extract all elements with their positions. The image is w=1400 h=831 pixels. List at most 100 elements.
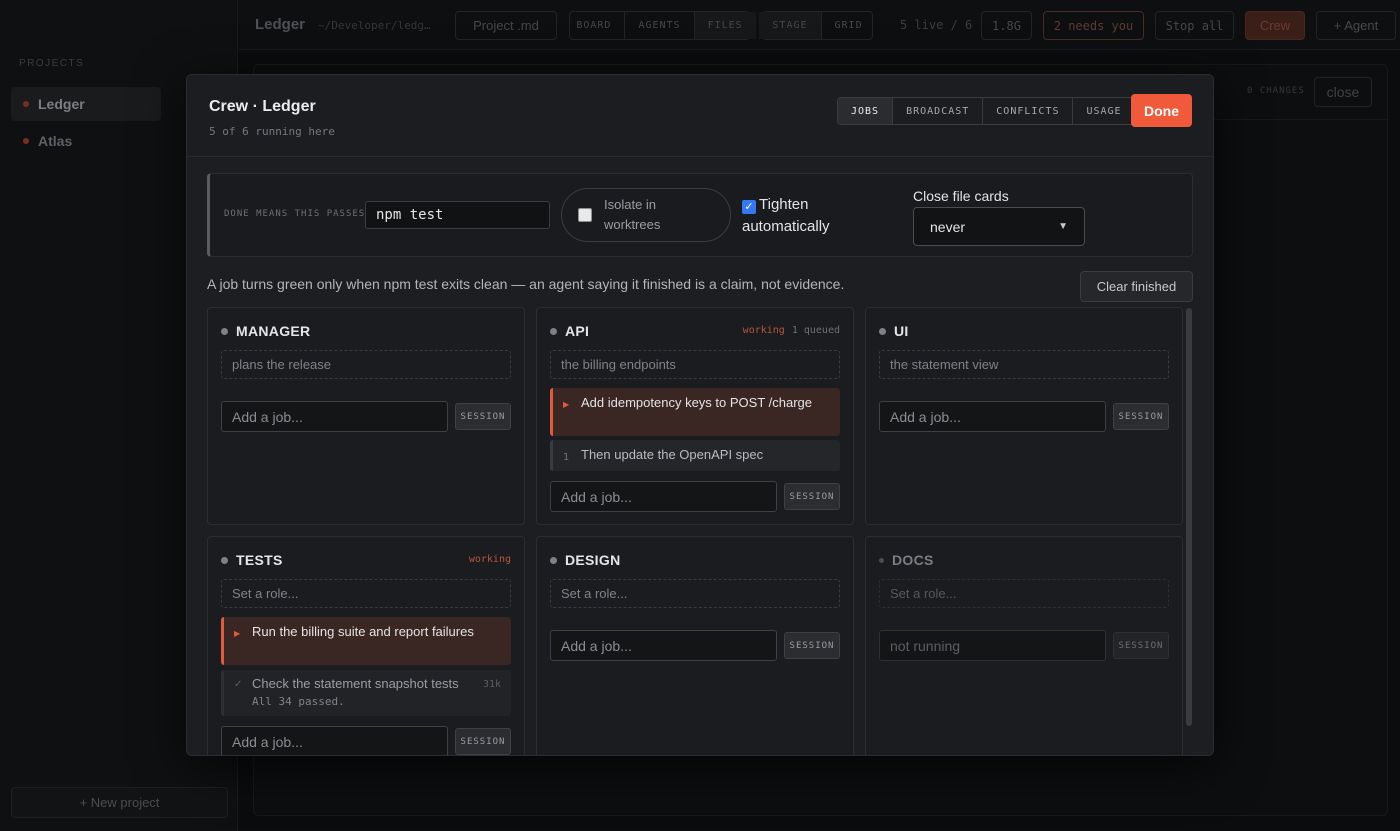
- project-label: Atlas: [38, 133, 73, 149]
- add-job-input[interactable]: Add a job...: [550, 630, 777, 661]
- tab-board[interactable]: BOARD: [563, 12, 626, 39]
- add-job-row: Add a job... SESSION: [550, 630, 840, 661]
- tab-agents[interactable]: AGENTS: [625, 12, 695, 39]
- card-title: DOCS: [879, 552, 934, 568]
- project-item-ledger[interactable]: Ledger: [11, 87, 161, 121]
- tab-conflicts[interactable]: CONFLICTS: [983, 98, 1074, 124]
- modal-title: Crew · Ledger: [209, 98, 316, 115]
- modal-header: Crew · Ledger 5 of 6 running here JOBS B…: [187, 75, 1213, 157]
- memory-badge: 1.8G: [981, 11, 1032, 40]
- session-button[interactable]: SESSION: [455, 403, 511, 430]
- card-title: DESIGN: [550, 552, 620, 568]
- agent-card-tests: TESTS working Set a role... ▶ Run the bil…: [207, 536, 525, 755]
- role-field[interactable]: Set a role...: [879, 579, 1169, 608]
- tab-stage[interactable]: STAGE: [759, 12, 822, 39]
- tighten-toggle[interactable]: ✓ Tighten automatically: [742, 194, 852, 238]
- session-button[interactable]: SESSION: [784, 632, 840, 659]
- tab-jobs[interactable]: JOBS: [838, 98, 894, 124]
- scrollbar[interactable]: [1186, 308, 1192, 726]
- role-field[interactable]: plans the release: [221, 350, 511, 379]
- close-panel-button[interactable]: close: [1314, 77, 1372, 107]
- crew-modal: Crew · Ledger 5 of 6 running here JOBS B…: [186, 74, 1214, 756]
- role-field[interactable]: Set a role...: [550, 579, 840, 608]
- card-name: UI: [894, 323, 909, 339]
- working-badge: working: [742, 325, 785, 336]
- session-button[interactable]: SESSION: [784, 483, 840, 510]
- isolate-worktrees-toggle[interactable]: Isolate in worktrees: [561, 188, 731, 242]
- add-agent-button[interactable]: + Agent: [1316, 11, 1396, 40]
- role-field[interactable]: the statement view: [879, 350, 1169, 379]
- settings-bar: DONE MEANS THIS PASSES npm test Isolate …: [207, 173, 1193, 257]
- add-job-row: Add a job... SESSION: [550, 481, 840, 512]
- session-button[interactable]: SESSION: [1113, 403, 1169, 430]
- active-job[interactable]: ▶ Add idempotency keys to POST /charge: [550, 388, 840, 436]
- tab-usage[interactable]: USAGE: [1073, 98, 1134, 124]
- job-result: All 34 passed.: [252, 695, 345, 708]
- session-button[interactable]: SESSION: [455, 728, 511, 755]
- tighten-checkbox[interactable]: ✓: [742, 200, 756, 214]
- done-means-label: DONE MEANS THIS PASSES: [224, 209, 366, 219]
- card-title: TESTS: [221, 552, 283, 568]
- card-status: working 1 queued: [743, 325, 840, 336]
- clear-finished-button[interactable]: Clear finished: [1080, 271, 1193, 302]
- new-project-button[interactable]: + New project: [11, 787, 228, 818]
- tab-files[interactable]: FILES: [694, 12, 756, 39]
- queued-job[interactable]: 1 Then update the OpenAPI spec: [550, 440, 840, 471]
- modal-subtitle: 5 of 6 running here: [209, 125, 335, 138]
- card-name: API: [565, 323, 590, 339]
- add-job-input[interactable]: Add a job...: [221, 726, 448, 755]
- active-job[interactable]: ▶ Run the billing suite and report failur…: [221, 617, 511, 665]
- project-item-atlas[interactable]: Atlas: [11, 124, 161, 158]
- agent-card-ui: UI the statement view Add a job... SESSI…: [865, 307, 1183, 525]
- mode-tabs: STAGE GRID: [759, 11, 876, 40]
- crew-button[interactable]: Crew: [1245, 11, 1305, 40]
- select-value: never: [930, 218, 966, 235]
- tab-grid[interactable]: GRID: [822, 12, 876, 39]
- app-title: Ledger: [255, 16, 306, 33]
- job-text: Add idempotency keys to POST /charge: [581, 395, 812, 410]
- job-text: Check the statement snapshot tests: [252, 676, 459, 691]
- add-job-row: Add a job... SESSION: [221, 726, 511, 755]
- session-button[interactable]: SESSION: [1113, 632, 1169, 659]
- agent-card-api: API working 1 queued the billing endpoint…: [536, 307, 854, 525]
- add-job-input[interactable]: Add a job...: [550, 481, 777, 512]
- card-name: DESIGN: [565, 552, 621, 568]
- needs-you-button[interactable]: 2 needs you: [1043, 11, 1144, 40]
- project-label: Ledger: [38, 96, 85, 112]
- done-means-input[interactable]: npm test: [365, 201, 550, 229]
- changes-count: 0 CHANGES: [1247, 86, 1305, 96]
- modal-body: DONE MEANS THIS PASSES npm test Isolate …: [187, 158, 1213, 755]
- queue-number: 1: [563, 452, 570, 463]
- close-file-cards-select[interactable]: never ▼: [913, 207, 1085, 246]
- agent-card-manager: MANAGER plans the release Add a job... S…: [207, 307, 525, 525]
- project-md-button[interactable]: Project .md: [455, 11, 557, 40]
- tab-broadcast[interactable]: BROADCAST: [893, 98, 984, 124]
- close-file-cards-label: Close file cards: [913, 188, 1009, 204]
- status-dot: [221, 556, 228, 564]
- add-job-row: not running SESSION: [879, 630, 1169, 661]
- status-dot: [879, 557, 884, 563]
- card-title: UI: [879, 323, 909, 339]
- isolate-checkbox[interactable]: [578, 208, 592, 222]
- card-name: DOCS: [892, 552, 934, 568]
- projects-heading: PROJECTS: [19, 58, 85, 69]
- role-field[interactable]: Set a role...: [221, 579, 511, 608]
- role-field[interactable]: the billing endpoints: [550, 350, 840, 379]
- status-dot: [550, 327, 557, 335]
- add-job-input[interactable]: Add a job...: [879, 401, 1106, 432]
- finished-job[interactable]: ✓ 31k Check the statement snapshot tests Al…: [221, 670, 511, 716]
- card-name: TESTS: [236, 552, 283, 568]
- add-job-input[interactable]: not running: [879, 630, 1106, 661]
- add-job-input[interactable]: Add a job...: [221, 401, 448, 432]
- card-title: MANAGER: [221, 323, 310, 339]
- project-dot: [23, 138, 29, 144]
- check-icon: ✓: [234, 679, 243, 690]
- play-icon: ▶: [234, 629, 241, 638]
- chevron-down-icon: ▼: [1058, 221, 1068, 232]
- card-title: API: [550, 323, 589, 339]
- project-dot: [23, 101, 29, 107]
- stop-all-button[interactable]: Stop all: [1155, 11, 1234, 40]
- working-badge: working: [468, 554, 511, 565]
- done-means-value: npm test: [376, 207, 444, 223]
- done-button[interactable]: Done: [1131, 94, 1192, 127]
